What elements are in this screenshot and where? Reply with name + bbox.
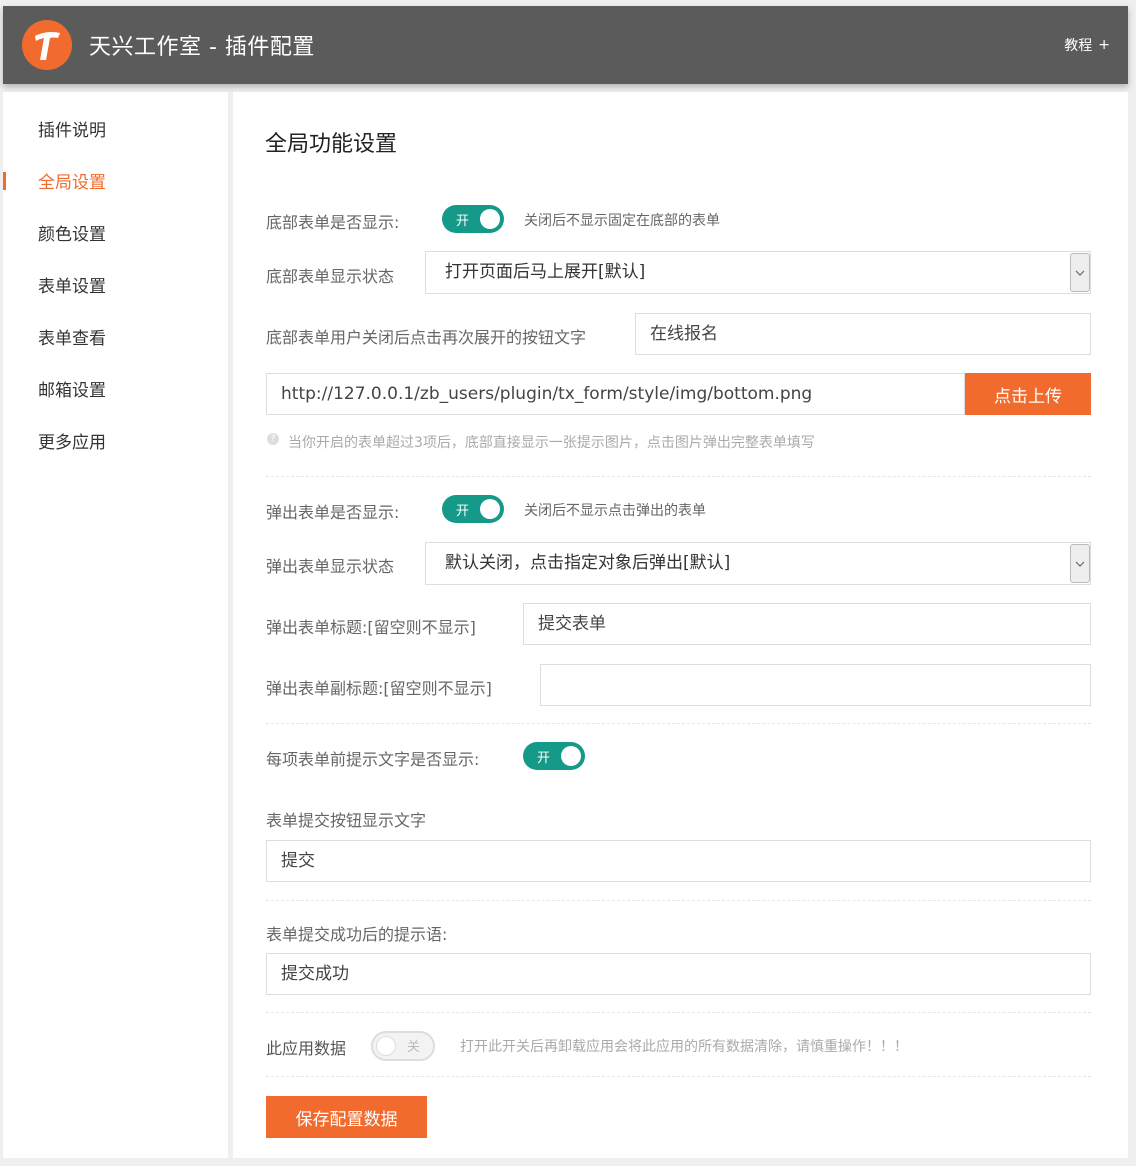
- page-title: 全局功能设置: [265, 132, 398, 157]
- app-data-label: 此应用数据: [266, 1039, 347, 1058]
- sidebar-item-email-settings[interactable]: 邮箱设置: [38, 376, 106, 401]
- sidebar-item-more-apps[interactable]: 更多应用: [38, 428, 106, 453]
- bottom-form-state-label: 底部表单显示状态: [266, 267, 395, 286]
- toggle-knob: [480, 209, 500, 229]
- toggle-text: 关: [407, 1040, 421, 1055]
- success-message-input[interactable]: 提交成功: [266, 953, 1091, 995]
- save-config-button[interactable]: 保存配置数据: [266, 1096, 427, 1138]
- divider: [266, 1076, 1091, 1077]
- prompt-text-show-label: 每项表单前提示文字是否显示:: [266, 750, 480, 769]
- toggle-knob: [561, 746, 581, 766]
- popup-form-show-hint: 关闭后不显示点击弹出的表单: [524, 503, 706, 519]
- prompt-text-show-toggle[interactable]: 开: [523, 742, 585, 770]
- popup-form-state-select[interactable]: 默认关闭，点击指定对象后弹出[默认]: [425, 542, 1091, 585]
- toggle-text: 开: [456, 214, 470, 229]
- sidebar-item-global-settings[interactable]: 全局设置: [38, 168, 106, 193]
- divider: [266, 723, 1091, 724]
- reopen-button-text-input[interactable]: 在线报名: [635, 313, 1091, 355]
- select-value: 打开页面后马上展开[默认]: [445, 262, 646, 282]
- divider: [266, 900, 1091, 901]
- plus-icon: +: [1098, 37, 1110, 53]
- popup-form-state-label: 弹出表单显示状态: [266, 557, 395, 576]
- submit-button-text-label: 表单提交按钮显示文字: [266, 811, 427, 830]
- toggle-text: 开: [537, 751, 551, 766]
- divider: [266, 1012, 1091, 1013]
- upload-button[interactable]: 点击上传: [965, 373, 1091, 415]
- submit-button-text-input[interactable]: 提交: [266, 840, 1091, 882]
- bottom-form-show-hint: 关闭后不显示固定在底部的表单: [524, 213, 720, 229]
- sidebar-item-color-settings[interactable]: 颜色设置: [38, 220, 106, 245]
- tutorial-label: 教程: [1064, 38, 1093, 54]
- bottom-image-url-input[interactable]: http://127.0.0.1/zb_users/plugin/tx_form…: [266, 373, 965, 415]
- select-value: 默认关闭，点击指定对象后弹出[默认]: [445, 553, 731, 573]
- active-indicator: [3, 172, 6, 190]
- popup-form-show-label: 弹出表单是否显示:: [266, 503, 400, 522]
- chevron-down-icon: [1070, 544, 1090, 583]
- bottom-form-state-select[interactable]: 打开页面后马上展开[默认]: [425, 251, 1091, 294]
- popup-subtitle-input[interactable]: [540, 664, 1091, 706]
- toggle-text: 开: [456, 504, 470, 519]
- app-data-toggle[interactable]: 关: [371, 1031, 435, 1061]
- toggle-knob: [480, 499, 500, 519]
- chevron-down-icon: [1070, 253, 1090, 292]
- app-data-hint: 打开此开关后再卸载应用会将此应用的所有数据清除，请慎重操作！！！: [460, 1039, 908, 1055]
- sidebar-item-form-view[interactable]: 表单查看: [38, 324, 106, 349]
- success-message-label: 表单提交成功后的提示语:: [266, 925, 448, 944]
- help-icon: ?: [267, 433, 279, 445]
- sidebar-item-plugin-info[interactable]: 插件说明: [38, 116, 106, 141]
- sidebar-item-form-settings[interactable]: 表单设置: [38, 272, 106, 297]
- popup-title-label: 弹出表单标题:[留空则不显示]: [266, 618, 476, 637]
- main-panel: 全局功能设置 底部表单是否显示: 开 关闭后不显示固定在底部的表单 底部表单显示…: [233, 92, 1128, 1158]
- popup-title-input[interactable]: 提交表单: [523, 603, 1091, 645]
- popup-subtitle-label: 弹出表单副标题:[留空则不显示]: [266, 679, 492, 698]
- app-header: 天兴工作室 - 插件配置 教程 +: [3, 6, 1128, 84]
- tutorial-menu[interactable]: 教程 +: [1064, 35, 1110, 55]
- reopen-button-text-label: 底部表单用户关闭后点击再次展开的按钮文字: [266, 328, 587, 347]
- bottom-image-hint: 当你开启的表单超过3项后，底部直接显示一张提示图片，点击图片弹出完整表单填写: [288, 435, 815, 451]
- app-title: 天兴工作室 - 插件配置: [89, 35, 315, 60]
- divider: [266, 476, 1091, 477]
- toggle-knob: [376, 1036, 396, 1056]
- bottom-form-show-toggle[interactable]: 开: [442, 205, 504, 233]
- logo-icon: [22, 20, 72, 70]
- popup-form-show-toggle[interactable]: 开: [442, 495, 504, 523]
- sidebar: 插件说明 全局设置 颜色设置 表单设置 表单查看 邮箱设置 更多应用: [3, 92, 228, 1158]
- bottom-form-show-label: 底部表单是否显示:: [266, 213, 400, 232]
